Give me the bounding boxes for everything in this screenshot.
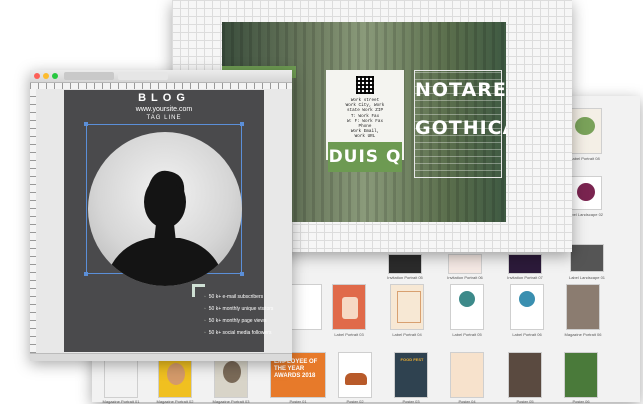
template-label: Label Portrait 05 [452,332,482,337]
template-thumb-label-landscape-01[interactable] [570,244,604,272]
stat-line: ◦ 50 k+ monthly unique visitors [204,306,274,312]
window-tab[interactable] [118,72,168,80]
selection-handle[interactable] [240,122,244,126]
template-thumb-label-portrait-06[interactable] [510,284,544,330]
stat-line: ◦ 50 k+ social media followers [204,330,272,336]
template-thumb-label-portrait-03[interactable] [332,284,366,330]
blog-document-window: BLOG www.yoursite.com TAG LINE ◦ 50 k+ e-… [30,70,292,361]
minimize-button[interactable] [43,73,49,79]
avatar-circle[interactable] [88,132,242,286]
poster-small-title: FOOD FEST [400,357,424,362]
template-thumb-label-landscape-02[interactable] [568,176,602,210]
template-thumb-poster-02[interactable] [338,352,372,398]
person-silhouette-icon [104,170,226,286]
template-label: Invitation Portrait 07 [507,275,543,280]
contact-line: Work URL [354,134,376,140]
flyer-cta-button[interactable]: DUIS Q [328,142,402,172]
template-thumb-magazine-portrait-06[interactable] [566,284,600,330]
template-thumb-invitation-06[interactable] [448,254,482,274]
blog-title: BLOG [138,92,190,104]
template-thumb-label-portrait-05[interactable] [450,284,484,330]
zoom-button[interactable] [52,73,58,79]
template-thumb-invitation-05[interactable] [388,254,422,274]
window-tab[interactable] [64,72,114,80]
vertical-ruler [30,89,36,353]
flyer-title-line1: NOTARE [415,79,506,101]
template-label: Magazine Portrait 06 [564,332,602,337]
template-thumb-label-02[interactable] [288,284,322,330]
horizontal-ruler [30,83,292,89]
template-label: Label Portrait 04 [392,332,422,337]
tagline: TAG LINE [146,115,182,121]
close-button[interactable] [34,73,40,79]
template-thumb-poster-03[interactable]: FOOD FEST [394,352,428,398]
flyer-title-box: NOTARE GOTHICA [414,70,506,178]
template-label: Invitation Portrait 06 [447,275,483,280]
template-thumb-label-portrait-08[interactable] [568,108,602,154]
template-thumb-poster-05[interactable] [508,352,542,398]
blog-page[interactable]: BLOG www.yoursite.com TAG LINE ◦ 50 k+ e-… [64,90,273,352]
window-titlebar[interactable] [30,70,292,83]
stat-line: ◦ 50 k+ e-mail subscribers [204,294,264,300]
selection-handle[interactable] [84,122,88,126]
template-thumb-poster-06[interactable] [564,352,598,398]
website-url: www.yoursite.com [135,106,193,113]
stat-line: ◦ 50 k+ monthly page views [204,318,267,324]
template-thumb-poster-04[interactable] [450,352,484,398]
template-label: Label Portrait 06 [512,332,542,337]
template-thumb-invitation-07[interactable] [508,254,542,274]
template-thumb-label-portrait-04[interactable] [390,284,424,330]
bottom-status-bar [30,353,292,361]
template-label: Label Portrait 03 [334,332,364,337]
flyer-title-line2: GOTHICA [415,117,506,139]
qr-code-icon [356,76,374,94]
template-label: Invitation Portrait 05 [387,275,423,280]
template-label: Label Landscape 01 [568,275,606,280]
poster-headline: EMPLOYEE OF THE YEAR AWARDS 2018 [274,359,318,379]
